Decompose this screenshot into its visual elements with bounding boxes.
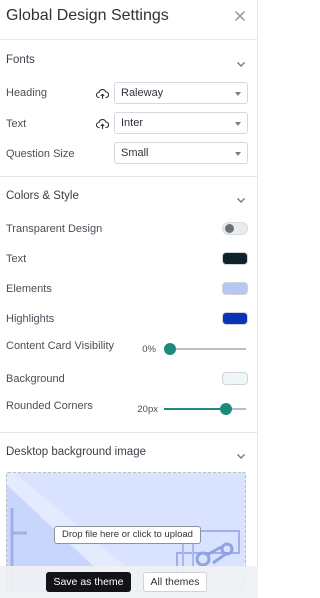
cloud-upload-icon[interactable] xyxy=(95,87,110,99)
highlights-color-label: Highlights xyxy=(6,313,55,325)
transparent-design-toggle[interactable] xyxy=(222,222,248,235)
text-font-select[interactable]: Inter xyxy=(114,112,248,134)
text-color-label: Text xyxy=(6,253,27,265)
section-divider xyxy=(0,432,258,433)
text-font-value: Inter xyxy=(121,117,144,129)
fonts-section-title: Fonts xyxy=(6,54,35,66)
rounded-corners-value: 20px xyxy=(137,404,158,415)
dropzone-upload-hint: Drop file here or click to upload xyxy=(54,526,201,544)
rounded-corners-slider-fill xyxy=(164,408,227,410)
chevron-down-icon[interactable] xyxy=(236,448,246,459)
desktop-bg-section-header[interactable]: Desktop background image xyxy=(0,442,258,464)
panel-header: Global Design Settings xyxy=(0,0,258,40)
close-icon[interactable] xyxy=(233,9,247,23)
desktop-bg-section-title: Desktop background image xyxy=(6,446,146,458)
heading-font-value: Raleway xyxy=(121,87,164,99)
caret-down-icon xyxy=(235,152,241,156)
content-card-slider-handle[interactable] xyxy=(164,343,176,355)
question-size-label: Question Size xyxy=(6,148,75,160)
text-color-swatch[interactable] xyxy=(222,252,248,265)
colors-section-header[interactable]: Colors & Style xyxy=(0,186,258,208)
chevron-down-icon[interactable] xyxy=(236,56,246,67)
colors-section-title: Colors & Style xyxy=(6,190,79,202)
highlights-color-swatch[interactable] xyxy=(222,312,248,325)
caret-down-icon xyxy=(235,92,241,96)
caret-down-icon xyxy=(235,122,241,126)
elements-color-swatch[interactable] xyxy=(222,282,248,295)
background-color-swatch[interactable] xyxy=(222,372,248,385)
heading-font-label: Heading xyxy=(6,87,47,99)
chevron-down-icon[interactable] xyxy=(236,192,246,203)
background-color-label: Background xyxy=(6,373,65,385)
save-as-theme-button[interactable]: Save as theme xyxy=(46,572,131,592)
design-settings-panel: Global Design Settings Fonts Heading Ral… xyxy=(0,0,258,598)
toggle-knob xyxy=(225,224,234,233)
content-card-visibility-value: 0% xyxy=(142,344,156,355)
text-font-label: Text xyxy=(6,118,27,130)
content-card-visibility-label: Content Card Visibility xyxy=(6,340,115,352)
fonts-section-header[interactable]: Fonts xyxy=(0,50,258,72)
all-themes-button[interactable]: All themes xyxy=(143,572,207,592)
panel-title: Global Design Settings xyxy=(6,7,169,24)
question-size-select[interactable]: Small xyxy=(114,142,248,164)
section-divider xyxy=(0,176,258,177)
content-card-slider-track[interactable] xyxy=(170,348,246,350)
panel-footer: Save as theme All themes xyxy=(0,566,258,598)
rounded-corners-label: Rounded Corners xyxy=(6,400,93,412)
cloud-upload-icon[interactable] xyxy=(95,117,110,129)
question-size-value: Small xyxy=(121,147,149,159)
elements-color-label: Elements xyxy=(6,283,52,295)
rounded-corners-slider-handle[interactable] xyxy=(220,403,233,415)
transparent-design-label: Transparent Design xyxy=(6,223,103,235)
heading-font-select[interactable]: Raleway xyxy=(114,82,248,104)
